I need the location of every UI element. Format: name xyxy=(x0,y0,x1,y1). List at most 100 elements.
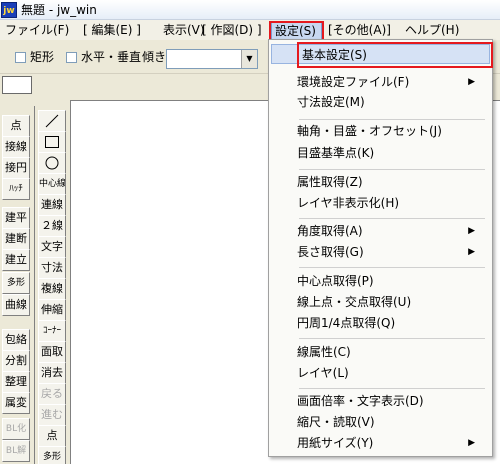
submenu-arrow-icon: ▶ xyxy=(468,438,475,448)
tilt-label: 傾き xyxy=(142,50,167,64)
rect-checkbox[interactable] xyxy=(15,52,26,63)
menu-item-label: 中心点取得(P) xyxy=(297,274,374,288)
horizontal-vertical-label: 水平・垂直 xyxy=(81,50,142,64)
menu-item-label: 円周1/4点取得(Q) xyxy=(297,316,396,330)
tool-circle[interactable] xyxy=(38,152,66,174)
menu-item-label: 長さ取得(G) xyxy=(297,245,364,259)
tool-section[interactable]: 建断 xyxy=(2,228,30,250)
menu-file[interactable]: ファイル(F) xyxy=(2,21,72,40)
tool-dimension[interactable]: 寸法 xyxy=(38,257,66,279)
menu-item-layer-hide[interactable]: レイヤ非表示化(H) xyxy=(297,193,487,213)
menu-item-label: 線上点・交点取得(U) xyxy=(297,295,412,309)
tool-center-line[interactable]: 中心線 xyxy=(38,173,66,195)
menu-item-label: 軸角・目盛・オフセット(J) xyxy=(297,124,442,138)
tool-erase[interactable]: 消去 xyxy=(38,362,66,384)
tool-elevation[interactable]: 建立 xyxy=(2,249,30,271)
tool-block-release[interactable]: BL解 xyxy=(2,440,30,462)
tool-stretch[interactable]: 伸縮 xyxy=(38,299,66,321)
menu-item-basic-settings[interactable]: 基本設定(S) xyxy=(271,44,490,64)
left-tool-panel: 点 接線 接円 ﾊｯﾁ 建平 建断 建立 多形 曲線 包絡 分割 整理 属変 B… xyxy=(0,100,34,464)
rectangle-icon xyxy=(45,136,59,148)
menu-item-label: レイヤ非表示化(H) xyxy=(297,196,400,210)
menu-separator xyxy=(299,169,485,170)
menu-separator xyxy=(299,388,485,389)
chevron-down-icon[interactable]: ▼ xyxy=(241,50,257,68)
menu-item-length-get[interactable]: 長さ取得(G) ▶ xyxy=(297,242,487,262)
menu-item-scale-origin[interactable]: 目盛基準点(K) xyxy=(297,143,487,163)
menu-item-label: 用紙サイズ(Y) xyxy=(297,436,374,450)
menu-item-label: 目盛基準点(K) xyxy=(297,146,375,160)
window-title: 無題 - jw_win xyxy=(21,3,97,17)
tool-polygon-2[interactable]: 多形 xyxy=(38,446,66,464)
menu-draw[interactable]: [ 作図(D) ] xyxy=(199,21,265,40)
tool-double-line[interactable]: ２線 xyxy=(38,215,66,237)
menu-other[interactable]: [その他(A)] xyxy=(325,21,394,40)
panel-divider xyxy=(34,106,35,464)
menu-item-label: レイヤ(L) xyxy=(297,366,349,380)
menu-item-dimension-settings[interactable]: 寸法設定(M) xyxy=(297,92,487,112)
line-icon xyxy=(45,114,59,128)
menu-item-paper-size[interactable]: 用紙サイズ(Y) ▶ xyxy=(297,433,487,453)
tool-hatch[interactable]: ﾊｯﾁ xyxy=(2,178,30,200)
submenu-arrow-icon: ▶ xyxy=(468,247,475,257)
tool-point-2[interactable]: 点 xyxy=(38,425,66,447)
tool-corner[interactable]: ｺｰﾅｰ xyxy=(38,320,66,342)
tool-polygon[interactable]: 多形 xyxy=(2,272,30,294)
settings-dropdown-menu: 基本設定(S) 環境設定ファイル(F) ▶ 寸法設定(M) 軸角・目盛・オフセット… xyxy=(268,39,493,457)
tool-parallel-line[interactable]: 複線 xyxy=(38,278,66,300)
menu-help[interactable]: ヘルプ(H) xyxy=(402,21,462,40)
submenu-arrow-icon: ▶ xyxy=(468,77,475,87)
menu-item-angle-get[interactable]: 角度取得(A) ▶ xyxy=(297,221,487,241)
menu-item-label: 基本設定(S) xyxy=(302,48,367,62)
tool-tangent-circle[interactable]: 接円 xyxy=(2,157,30,179)
submenu-arrow-icon: ▶ xyxy=(468,226,475,236)
menu-item-label: 環境設定ファイル(F) xyxy=(297,75,410,89)
menu-item-env-settings-file[interactable]: 環境設定ファイル(F) ▶ xyxy=(297,72,487,92)
tool-point[interactable]: 点 xyxy=(2,115,30,137)
menu-item-center-point-get[interactable]: 中心点取得(P) xyxy=(297,271,487,291)
app-icon: jw xyxy=(1,2,17,18)
title-bar: jw 無題 - jw_win xyxy=(0,0,500,20)
rect-label: 矩形 xyxy=(30,50,55,64)
menu-item-quarter-point-get[interactable]: 円周1/4点取得(Q) xyxy=(297,313,487,333)
menu-bar: ファイル(F) [ 編集(E) ] 表示(V) [ 作図(D) ] 設定(S) … xyxy=(0,20,500,40)
tool-redo[interactable]: 進む xyxy=(38,404,66,426)
tool-curve[interactable]: 曲線 xyxy=(2,294,30,316)
left-tool-panel-2: 中心線 連線 ２線 文字 寸法 複線 伸縮 ｺｰﾅｰ 面取 消去 戻る 進む 点… xyxy=(36,100,70,464)
tilt-combobox[interactable]: ▼ xyxy=(166,49,258,69)
tool-rectangle[interactable] xyxy=(38,131,66,153)
menu-item-label: 線属性(C) xyxy=(297,345,351,359)
horizontal-vertical-checkbox[interactable] xyxy=(66,52,77,63)
tool-tangent[interactable]: 接線 xyxy=(2,136,30,158)
menu-item-axis-scale-offset[interactable]: 軸角・目盛・オフセット(J) xyxy=(297,121,487,141)
menu-item-layer[interactable]: レイヤ(L) xyxy=(297,363,487,383)
tool-attribute-change[interactable]: 属変 xyxy=(2,392,30,414)
menu-item-label: 縮尺・読取(V) xyxy=(297,415,375,429)
menu-item-line-attribute[interactable]: 線属性(C) xyxy=(297,342,487,362)
circle-icon xyxy=(45,156,59,170)
menu-separator xyxy=(299,267,485,268)
menu-item-label: 寸法設定(M) xyxy=(297,95,365,109)
tool-text[interactable]: 文字 xyxy=(38,236,66,258)
tool-line[interactable] xyxy=(38,110,66,132)
menu-separator xyxy=(299,119,485,120)
menu-edit[interactable]: [ 編集(E) ] xyxy=(80,21,144,40)
tool-divide[interactable]: 分割 xyxy=(2,350,30,372)
tool-continuous-line[interactable]: 連線 xyxy=(38,194,66,216)
tool-tidy[interactable]: 整理 xyxy=(2,371,30,393)
tool-block-make[interactable]: BL化 xyxy=(2,418,30,440)
tool-floor-plan[interactable]: 建平 xyxy=(2,207,30,229)
tool-envelope[interactable]: 包絡 xyxy=(2,329,30,351)
menu-item-attribute-get[interactable]: 属性取得(Z) xyxy=(297,172,487,192)
menu-item-label: 画面倍率・文字表示(D) xyxy=(297,394,424,408)
coordinate-input[interactable] xyxy=(2,76,32,94)
tool-undo[interactable]: 戻る xyxy=(38,383,66,405)
menu-item-line-intersection-get[interactable]: 線上点・交点取得(U) xyxy=(297,292,487,312)
menu-item-zoom-text-display[interactable]: 画面倍率・文字表示(D) xyxy=(297,391,487,411)
menu-item-scale-read[interactable]: 縮尺・読取(V) xyxy=(297,412,487,432)
tool-chamfer[interactable]: 面取 xyxy=(38,341,66,363)
menu-settings[interactable]: 設定(S) xyxy=(271,21,322,40)
menu-separator xyxy=(299,338,485,339)
menu-item-label: 角度取得(A) xyxy=(297,224,363,238)
menu-item-label: 属性取得(Z) xyxy=(297,175,363,189)
